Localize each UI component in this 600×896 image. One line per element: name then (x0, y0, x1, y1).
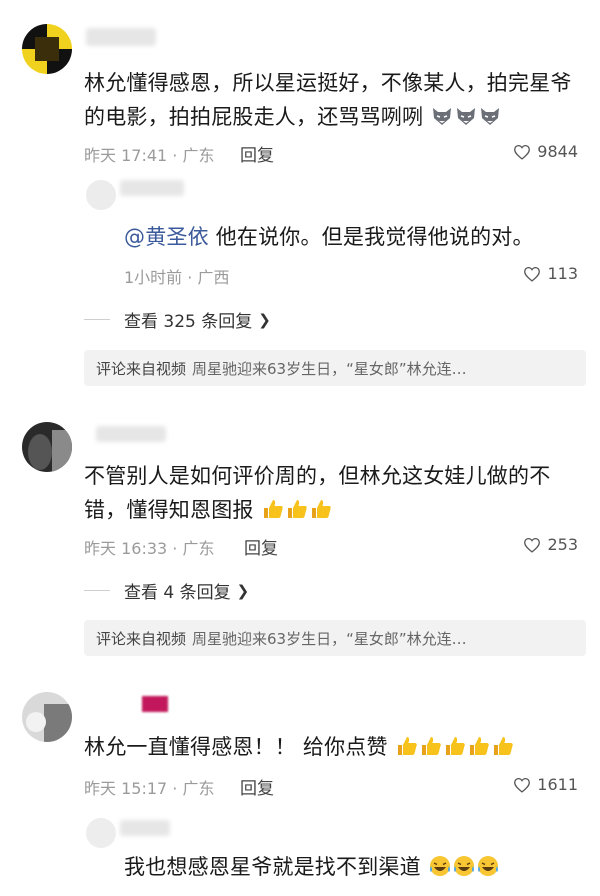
thumbs-up-emoji-icon (467, 734, 491, 768)
username-redacted[interactable] (120, 180, 184, 196)
reply-button[interactable]: 回复 (240, 774, 274, 799)
avatar[interactable] (22, 692, 72, 742)
reply-meta: 1小时前 · 广西 (124, 268, 230, 287)
like-button[interactable]: 9844 (513, 142, 578, 161)
from-video-link[interactable]: 评论来自视频 周星驰迎来63岁生日，“星女郎”林允连… (84, 620, 586, 656)
divider (84, 319, 110, 320)
laughing-crying-emoji-icon (428, 854, 452, 888)
avatar[interactable] (86, 180, 116, 210)
from-video-link[interactable]: 评论来自视频 周星驰迎来63岁生日，“星女郎”林允连… (84, 350, 586, 386)
avatar[interactable] (22, 422, 72, 472)
like-count: 113 (547, 264, 578, 283)
reply-button[interactable]: 回复 (240, 141, 274, 166)
heart-icon (523, 266, 541, 282)
wolf-face-emoji-icon (454, 104, 478, 138)
heart-icon (523, 537, 541, 553)
comment-meta: 昨天 15:17 · 广东 (84, 779, 215, 798)
comment-text: 林允一直懂得感恩！！ 给你点赞 (84, 730, 584, 768)
comment-meta: 昨天 16:33 · 广东 (84, 539, 215, 558)
view-replies-button[interactable]: 查看 325 条回复 ❯ (84, 307, 271, 332)
divider (84, 590, 110, 591)
like-count: 9844 (537, 142, 578, 161)
comment-text: 不管别人是如何评价周的，但林允这女娃儿做的不错，懂得知恩图报 (84, 459, 584, 531)
heart-icon (513, 777, 531, 793)
comment-meta: 昨天 17:41 · 广东 (84, 146, 215, 165)
avatar[interactable] (22, 24, 72, 74)
thumbs-up-emoji-icon (285, 497, 309, 531)
like-count: 1611 (537, 775, 578, 794)
username-redacted[interactable] (86, 28, 156, 46)
chevron-right-icon: ❯ (236, 581, 250, 600)
username-redacted[interactable] (142, 696, 168, 712)
like-button[interactable]: 253 (523, 535, 578, 554)
thumbs-up-emoji-icon (443, 734, 467, 768)
view-replies-button[interactable]: 查看 4 条回复 ❯ (84, 578, 249, 603)
thumbs-up-emoji-icon (491, 734, 515, 768)
thumbs-up-emoji-icon (395, 734, 419, 768)
reply-text: 我也想感恩星爷就是找不到渠道 (124, 850, 584, 888)
thumbs-up-emoji-icon (419, 734, 443, 768)
username-redacted[interactable] (120, 820, 170, 836)
like-count: 253 (547, 535, 578, 554)
chevron-right-icon: ❯ (258, 310, 271, 329)
wolf-face-emoji-icon (478, 104, 502, 138)
like-button[interactable]: 1611 (513, 775, 578, 794)
avatar[interactable] (86, 818, 116, 848)
reply-button[interactable]: 回复 (244, 534, 278, 559)
laughing-crying-emoji-icon (476, 854, 500, 888)
username-redacted[interactable] (96, 426, 166, 442)
like-button[interactable]: 113 (523, 264, 578, 283)
mention-link[interactable]: @黄圣依 (124, 225, 209, 249)
reply-text: @黄圣依 他在说你。但是我觉得他说的对。 (124, 225, 534, 249)
comment-text: 林允懂得感恩，所以星运挺好，不像某人，拍完星爷的电影，拍拍屁股走人，还骂骂咧咧 (84, 66, 584, 138)
thumbs-up-emoji-icon (261, 497, 285, 531)
heart-icon (513, 144, 531, 160)
thumbs-up-emoji-icon (309, 497, 333, 531)
wolf-face-emoji-icon (430, 104, 454, 138)
laughing-crying-emoji-icon (452, 854, 476, 888)
